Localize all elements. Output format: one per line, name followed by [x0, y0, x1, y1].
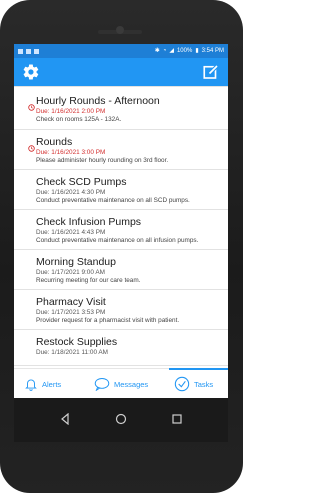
- task-item-hourly-rounds[interactable]: Hourly Rounds - Afternoon Due: 1/16/2021…: [14, 86, 228, 130]
- app-screen: ✱ ◔ ◢ 100% ▮ 3:54 PM Hourly Rounds - Aft…: [14, 44, 228, 398]
- sd-icon: [18, 48, 23, 54]
- wifi-icon: ◔: [162, 48, 167, 54]
- task-item-restock-supplies[interactable]: Restock Supplies Due: 1/18/2021 11:00 AM: [14, 330, 228, 366]
- back-icon[interactable]: [59, 413, 71, 425]
- message-icon: [34, 48, 39, 54]
- task-desc: Please administer hourly rounding on 3rd…: [36, 157, 169, 164]
- bottom-nav: Alerts Messages Tasks: [14, 368, 228, 398]
- check-circle-icon: [174, 376, 190, 392]
- nav-alerts[interactable]: Alerts: [24, 369, 61, 398]
- nav-tasks[interactable]: Tasks: [174, 369, 213, 398]
- nav-messages[interactable]: Messages: [94, 369, 148, 398]
- image-icon: [26, 48, 31, 54]
- task-title: Pharmacy Visit: [36, 296, 106, 308]
- system-nav-bar: [14, 398, 228, 442]
- task-title: Check SCD Pumps: [36, 176, 127, 188]
- task-due: Due: 1/16/2021 2:00 PM: [36, 108, 106, 115]
- task-desc: Check on rooms 125A - 132A.: [36, 116, 122, 123]
- nav-messages-label: Messages: [114, 379, 149, 389]
- gear-icon[interactable]: [22, 63, 40, 81]
- task-due: Due: 1/17/2021 3:53 PM: [36, 309, 106, 316]
- front-camera: [116, 26, 124, 34]
- nav-tasks-label: Tasks: [194, 379, 214, 389]
- overdue-clock-icon: [28, 145, 35, 152]
- task-item-morning-standup[interactable]: Morning Standup Due: 1/17/2021 9:00 AM R…: [14, 250, 228, 290]
- nav-alerts-label: Alerts: [42, 379, 62, 389]
- task-due: Due: 1/16/2021 3:00 PM: [36, 149, 106, 156]
- task-due: Due: 1/17/2021 9:00 AM: [36, 269, 105, 276]
- task-desc: Recurring meeting for our care team.: [36, 277, 141, 284]
- app-bar: [14, 58, 228, 86]
- task-due: Due: 1/16/2021 4:43 PM: [36, 229, 106, 236]
- chat-bubble-icon: [94, 377, 110, 391]
- edit-icon[interactable]: [202, 63, 220, 81]
- task-item-check-scd-pumps[interactable]: Check SCD Pumps Due: 1/16/2021 4:30 PM C…: [14, 170, 228, 210]
- battery-icon: ▮: [195, 48, 199, 54]
- task-desc: Provider request for a pharmacist visit …: [36, 317, 180, 324]
- phone-frame: ✱ ◔ ◢ 100% ▮ 3:54 PM Hourly Rounds - Aft…: [0, 0, 243, 493]
- status-time: 3:54 PM: [201, 48, 224, 54]
- task-desc: Conduct preventative maintenance on all …: [36, 237, 199, 244]
- status-bar: ✱ ◔ ◢ 100% ▮ 3:54 PM: [14, 44, 228, 58]
- recents-icon[interactable]: [171, 413, 183, 425]
- bell-icon: [25, 379, 37, 391]
- task-item-rounds[interactable]: Rounds Due: 1/16/2021 3:00 PM Please adm…: [14, 130, 228, 170]
- battery-text: 100%: [176, 48, 193, 54]
- signal-icon: ◢: [169, 48, 174, 54]
- task-item-pharmacy-visit[interactable]: Pharmacy Visit Due: 1/17/2021 3:53 PM Pr…: [14, 290, 228, 330]
- task-title: Rounds: [36, 136, 73, 148]
- bluetooth-icon: ✱: [154, 48, 160, 54]
- home-icon[interactable]: [115, 413, 127, 425]
- task-due: Due: 1/18/2021 11:00 AM: [36, 349, 109, 356]
- overdue-clock-icon: [28, 104, 35, 111]
- task-title: Check Infusion Pumps: [36, 216, 142, 228]
- task-desc: Conduct preventative maintenance on all …: [36, 197, 190, 204]
- task-due: Due: 1/16/2021 4:30 PM: [36, 189, 106, 196]
- task-title: Morning Standup: [36, 256, 116, 268]
- task-title: Restock Supplies: [36, 336, 118, 348]
- task-item-check-infusion-pumps[interactable]: Check Infusion Pumps Due: 1/16/2021 4:43…: [14, 210, 228, 250]
- task-title: Hourly Rounds - Afternoon: [36, 95, 160, 107]
- task-list: Hourly Rounds - Afternoon Due: 1/16/2021…: [14, 86, 228, 368]
